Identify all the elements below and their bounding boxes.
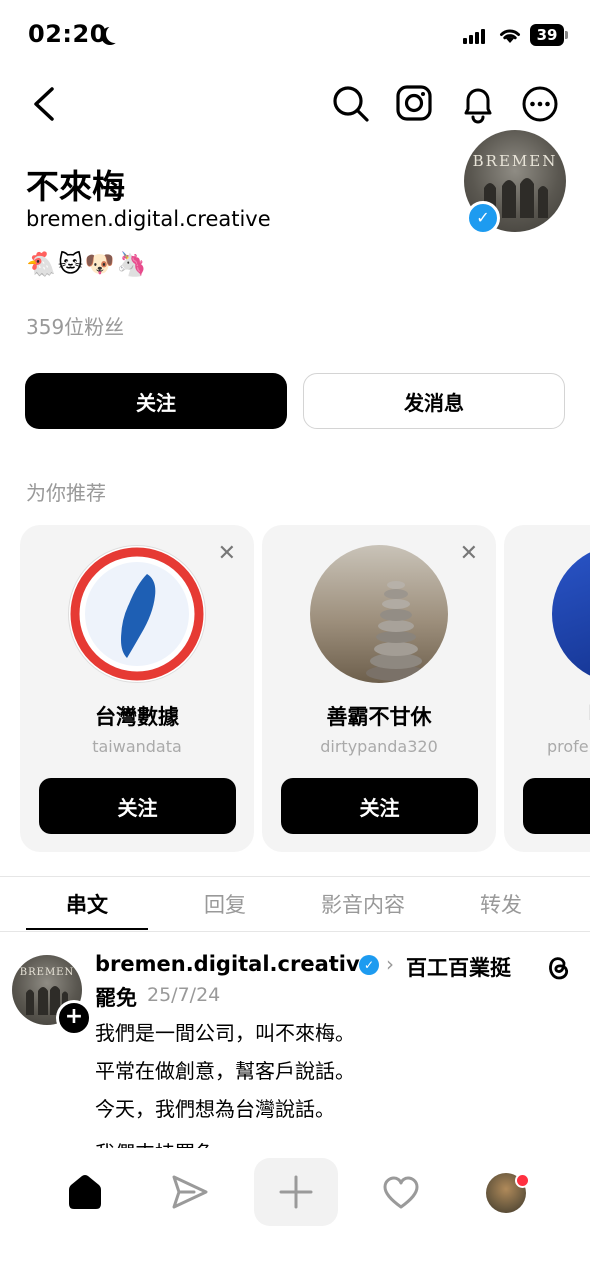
tab-replies[interactable]: 回复 <box>165 889 285 919</box>
recommend-card[interactable]: ✕ 台灣數據 taiwandata 关注 <box>20 525 254 852</box>
signal-icon <box>463 26 485 44</box>
card-follow-button[interactable]: 关注 <box>39 778 236 834</box>
battery-indicator: 39 <box>530 24 568 46</box>
search-icon[interactable] <box>332 85 370 123</box>
back-icon[interactable] <box>28 86 60 122</box>
tab-threads[interactable]: 串文 <box>27 889 147 919</box>
follow-button[interactable]: 关注 <box>25 373 287 429</box>
avatar-logo-text: BREMEN <box>472 152 558 170</box>
tab-media[interactable]: 影音内容 <box>303 889 423 919</box>
recommend-card[interactable]: I profe <box>504 525 590 852</box>
profile-handle: bremen.digital.creative <box>26 207 271 231</box>
message-button[interactable]: 发消息 <box>303 373 565 429</box>
post-topic-continued[interactable]: 罷免 <box>95 982 137 1012</box>
card-handle: taiwandata <box>92 737 182 756</box>
threads-icon[interactable] <box>545 953 571 981</box>
follower-count[interactable]: 359位粉丝 <box>26 311 124 340</box>
chevron-right-icon: › <box>386 952 394 976</box>
tab-reposts[interactable]: 转发 <box>441 889 561 919</box>
avatar-logo-text: BREMEN <box>19 967 75 978</box>
heart-icon[interactable] <box>382 1176 420 1210</box>
verified-badge-icon: ✓ <box>359 955 379 975</box>
post-text-line: 今天，我們想為台灣說話。 <box>95 1097 335 1121</box>
recommend-card[interactable]: ✕ 善霸不甘休 dirtypanda320 关注 <box>262 525 496 852</box>
card-avatar[interactable] <box>68 545 206 683</box>
verified-badge-icon: ✓ <box>466 201 500 235</box>
send-icon[interactable] <box>170 1174 210 1210</box>
close-icon[interactable]: ✕ <box>460 541 478 566</box>
plus-icon <box>279 1175 313 1209</box>
card-name: 善霸不甘休 <box>326 705 432 729</box>
profile-bio-emojis: 🐔🐱🐶🦄 <box>26 250 149 278</box>
card-avatar[interactable] <box>310 545 448 683</box>
post-text-line: 我們是一間公司，叫不來梅。 <box>95 1021 355 1045</box>
profile-tabs: 串文 回复 影音内容 转发 <box>0 876 590 932</box>
create-button[interactable] <box>254 1158 338 1226</box>
recommend-title: 为你推荐 <box>26 481 106 505</box>
moon-icon <box>106 25 124 43</box>
card-follow-button[interactable]: 关注 <box>281 778 478 834</box>
status-time: 02:20 <box>28 20 107 48</box>
notification-dot <box>515 1173 530 1188</box>
post-username[interactable]: bremen.digital.creative <box>95 952 374 976</box>
home-icon[interactable] <box>66 1174 104 1210</box>
post-date: 25/7/24 <box>147 984 221 1006</box>
card-handle: profe <box>547 737 589 756</box>
bell-icon[interactable] <box>460 84 496 124</box>
wifi-icon <box>500 29 520 43</box>
card-avatar[interactable] <box>552 545 590 683</box>
card-follow-button[interactable] <box>523 778 590 834</box>
card-name: 台灣數據 <box>95 705 179 729</box>
more-icon[interactable] <box>522 86 558 122</box>
post-text-line: 平常在做創意，幫客戶說話。 <box>95 1059 355 1083</box>
follow-plus-icon[interactable]: + <box>56 1000 92 1036</box>
close-icon[interactable]: ✕ <box>218 541 236 566</box>
active-tab-indicator <box>26 928 148 930</box>
card-handle: dirtypanda320 <box>320 737 438 756</box>
bottom-nav <box>0 1148 590 1280</box>
instagram-icon[interactable] <box>396 85 432 121</box>
post-topic[interactable]: 百工百業挺 <box>406 952 511 982</box>
profile-name: 不來梅 <box>26 167 125 206</box>
